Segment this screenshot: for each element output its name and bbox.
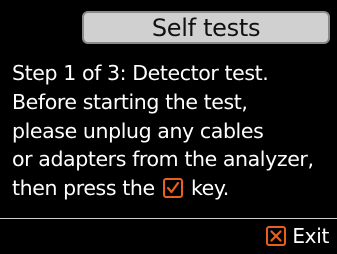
message-line-3: please unplug any cables <box>12 118 264 143</box>
message-line-1: Step 1 of 3: Detector test. <box>12 61 269 85</box>
footer-divider <box>0 218 337 219</box>
message-line-4: or adapters from the analyzer, <box>12 147 314 172</box>
title-bar: Self tests <box>82 11 330 44</box>
exit-button[interactable]: Exit <box>266 223 329 249</box>
check-key-icon <box>162 178 183 199</box>
message-line-2: Before starting the test, <box>12 89 248 114</box>
message-line-5: then press the key. <box>12 174 332 203</box>
message-line-5-end: key. <box>190 176 229 201</box>
cross-key-icon <box>266 226 287 246</box>
instruction-message: Step 1 of 3: Detector test. Before start… <box>12 59 332 203</box>
message-line-5-start: then press the <box>12 176 155 201</box>
exit-label: Exit <box>292 224 329 248</box>
page-title: Self tests <box>151 13 261 42</box>
